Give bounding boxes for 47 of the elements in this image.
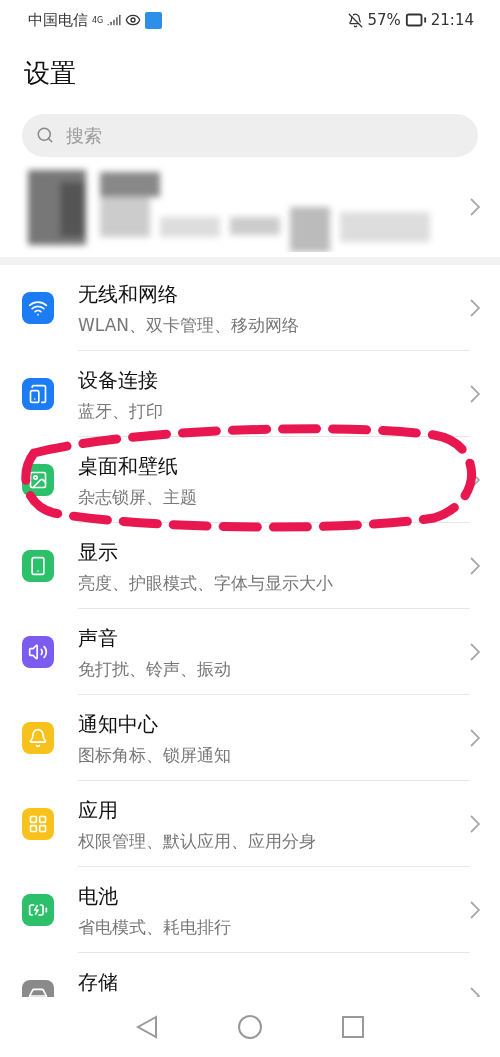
search-field[interactable]: 搜索 — [22, 114, 478, 157]
item-subtitle: 图标角标、锁屏通知 — [78, 744, 232, 767]
clock: 21:14 — [430, 11, 474, 29]
chevron-icon — [470, 198, 480, 216]
carrier-name: 中国电信 — [28, 10, 88, 30]
settings-item[interactable]: 桌面和壁纸 杂志锁屏、主题 — [0, 437, 500, 523]
chevron-icon — [470, 815, 480, 833]
settings-item[interactable]: 应用 权限管理、默认应用、应用分身 — [0, 781, 500, 867]
signal-icon — [107, 13, 122, 27]
chevron-icon — [470, 901, 480, 919]
item-title: 无线和网络 — [78, 281, 179, 308]
item-subtitle: 亮度、护眼模式、字体与显示大小 — [78, 572, 334, 595]
item-title: 应用 — [78, 797, 119, 824]
settings-item[interactable]: 通知中心 图标角标、锁屏通知 — [0, 695, 500, 781]
chevron-icon — [470, 385, 480, 403]
item-subtitle: 免打扰、铃声、振动 — [78, 658, 232, 681]
network-type: 4G — [92, 15, 104, 25]
item-title: 存储 — [78, 969, 119, 996]
item-title: 声音 — [78, 625, 119, 652]
eye-icon — [125, 12, 142, 28]
settings-item[interactable]: 设备连接 蓝牙、打印 — [0, 351, 500, 437]
battery-percent: 57% — [367, 11, 401, 29]
back-icon[interactable] — [136, 1015, 158, 1039]
item-subtitle: WLAN、双卡管理、移动网络 — [78, 314, 301, 337]
item-subtitle: 杂志锁屏、主题 — [78, 486, 198, 509]
chevron-icon — [470, 299, 480, 317]
chevron-icon — [470, 729, 480, 747]
item-title: 桌面和壁纸 — [78, 453, 179, 480]
settings-item[interactable]: 电池 省电模式、耗电排行 — [0, 867, 500, 953]
item-subtitle: 蓝牙、打印 — [78, 400, 164, 423]
mute-icon — [348, 12, 364, 28]
page-title: 设置 — [24, 57, 77, 90]
settings-item[interactable]: 声音 免打扰、铃声、振动 — [0, 609, 500, 695]
chevron-icon — [470, 557, 480, 575]
chevron-icon — [470, 643, 480, 661]
item-title: 通知中心 — [78, 711, 159, 738]
search-icon — [36, 126, 54, 144]
settings-item[interactable]: 显示 亮度、护眼模式、字体与显示大小 — [0, 523, 500, 609]
home-icon[interactable] — [238, 1015, 262, 1039]
item-subtitle: 省电模式、耗电排行 — [78, 916, 232, 939]
recents-icon[interactable] — [342, 1016, 364, 1038]
item-title: 设备连接 — [78, 367, 159, 394]
item-title: 显示 — [78, 539, 119, 566]
item-title: 电池 — [78, 883, 119, 910]
settings-item[interactable]: 无线和网络 WLAN、双卡管理、移动网络 — [0, 265, 500, 351]
item-subtitle: 权限管理、默认应用、应用分身 — [78, 830, 317, 853]
app-icon — [145, 11, 163, 29]
